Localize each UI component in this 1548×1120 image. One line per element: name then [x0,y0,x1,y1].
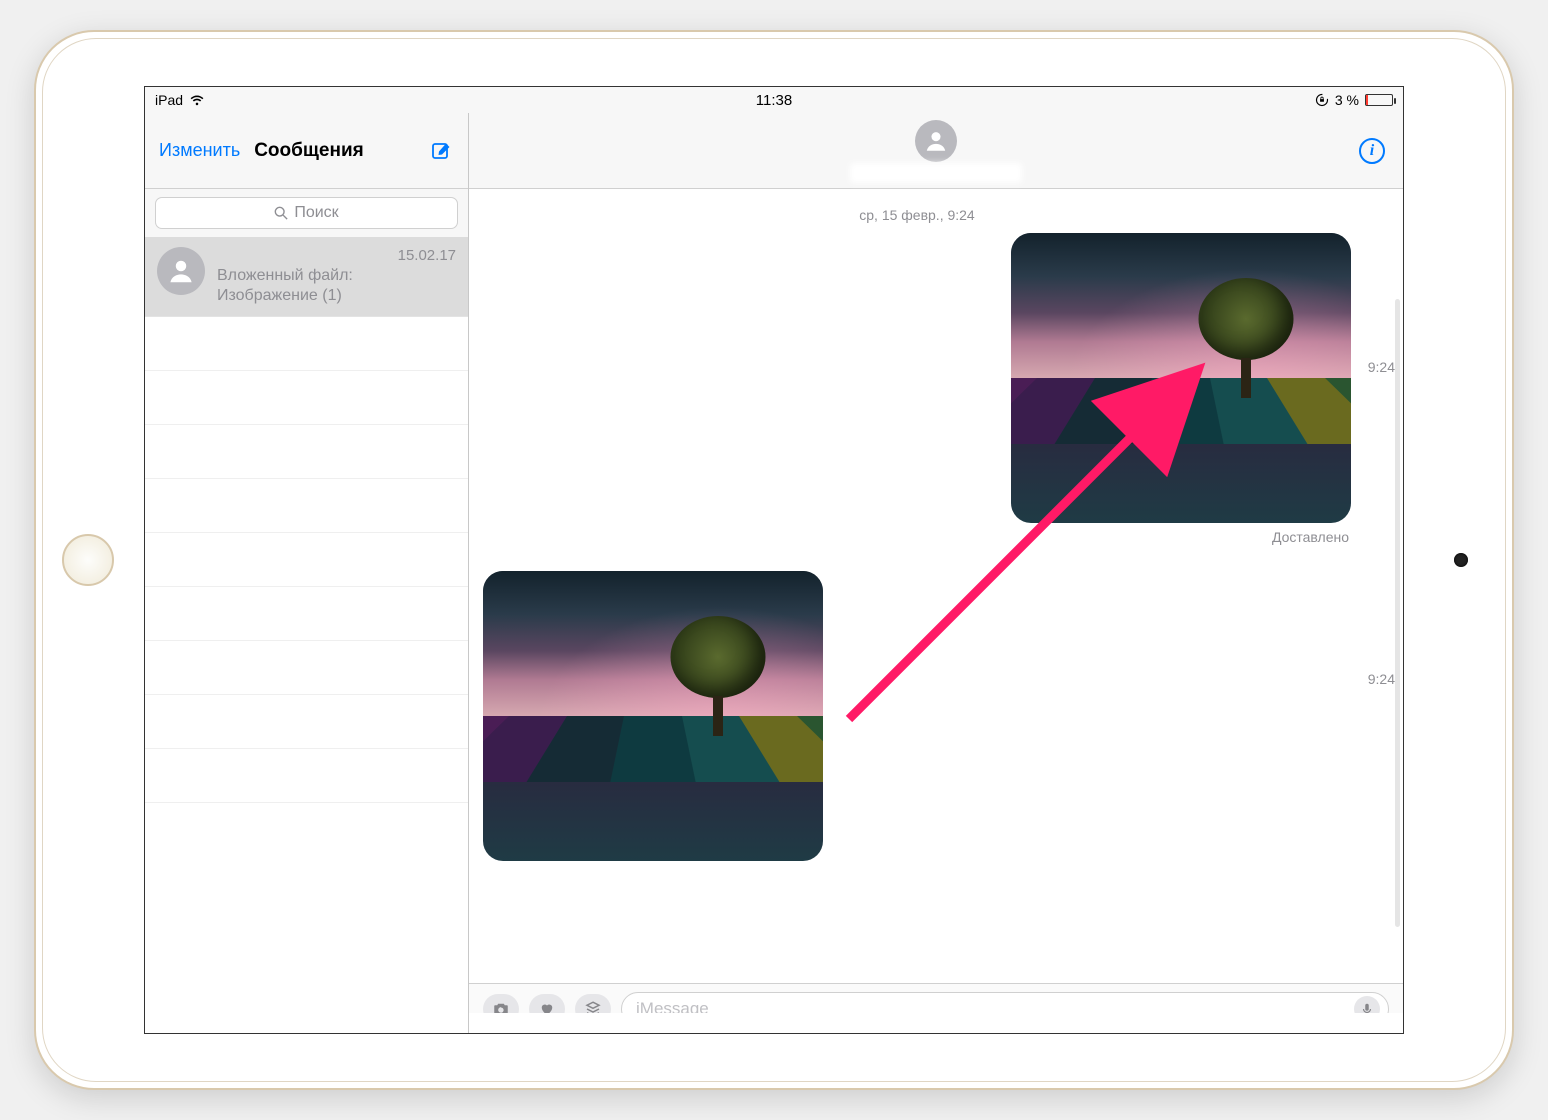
search-placeholder: Поиск [294,204,338,222]
contact-name-redacted [851,164,1021,182]
status-bar: iPad 11:38 3 % [145,87,1403,113]
avatar-icon [157,247,205,295]
conversation-preview: Вложенный файл: Изображение (1) [217,266,456,306]
list-item [145,749,468,803]
clock: 11:38 [756,92,792,109]
list-item [145,425,468,479]
contact-avatar-icon[interactable] [915,120,957,162]
message-outgoing[interactable] [483,233,1351,523]
ipad-device-frame: iPad 11:38 3 % Изменить Сообщения [34,30,1514,1090]
image-attachment[interactable] [1011,233,1351,523]
battery-icon [1365,94,1393,106]
delivered-label: Доставлено [483,529,1349,545]
date-separator: ср, 15 февр., 9:24 [483,207,1351,223]
list-item [145,317,468,371]
image-attachment[interactable] [483,571,823,861]
screen: iPad 11:38 3 % Изменить Сообщения [144,86,1404,1034]
list-item [145,533,468,587]
list-item [145,479,468,533]
home-button[interactable] [62,534,114,586]
device-label: iPad [155,92,183,108]
search-icon [274,206,288,220]
message-incoming[interactable] [483,571,1351,861]
orientation-lock-icon [1315,93,1329,107]
list-item [145,641,468,695]
wifi-icon [189,94,205,106]
edit-button[interactable]: Изменить [159,140,240,161]
details-button[interactable]: i [1359,138,1385,164]
list-item [145,695,468,749]
messages-area[interactable]: ср, 15 февр., 9:24 9:24 [469,189,1403,983]
conversation-name-blur [217,247,297,261]
compose-icon[interactable] [430,139,454,163]
message-timestamp: 9:24 [1368,671,1395,687]
message-timestamp: 9:24 [1368,359,1395,375]
conversation-row[interactable]: 15.02.17 Вложенный файл: Изображение (1) [145,237,468,317]
search-input[interactable]: Поиск [155,197,458,229]
battery-percent: 3 % [1335,92,1359,108]
conversation-date: 15.02.17 [398,247,456,264]
message-thread: i ср, 15 февр., 9:24 [469,113,1403,1033]
front-camera [1454,553,1468,567]
list-item [145,587,468,641]
conversation-sidebar: Изменить Сообщения Поиск [145,113,469,1033]
scrollbar[interactable] [1395,299,1400,927]
thread-header: i [469,113,1403,189]
sidebar-title: Сообщения [254,140,364,162]
list-item [145,371,468,425]
